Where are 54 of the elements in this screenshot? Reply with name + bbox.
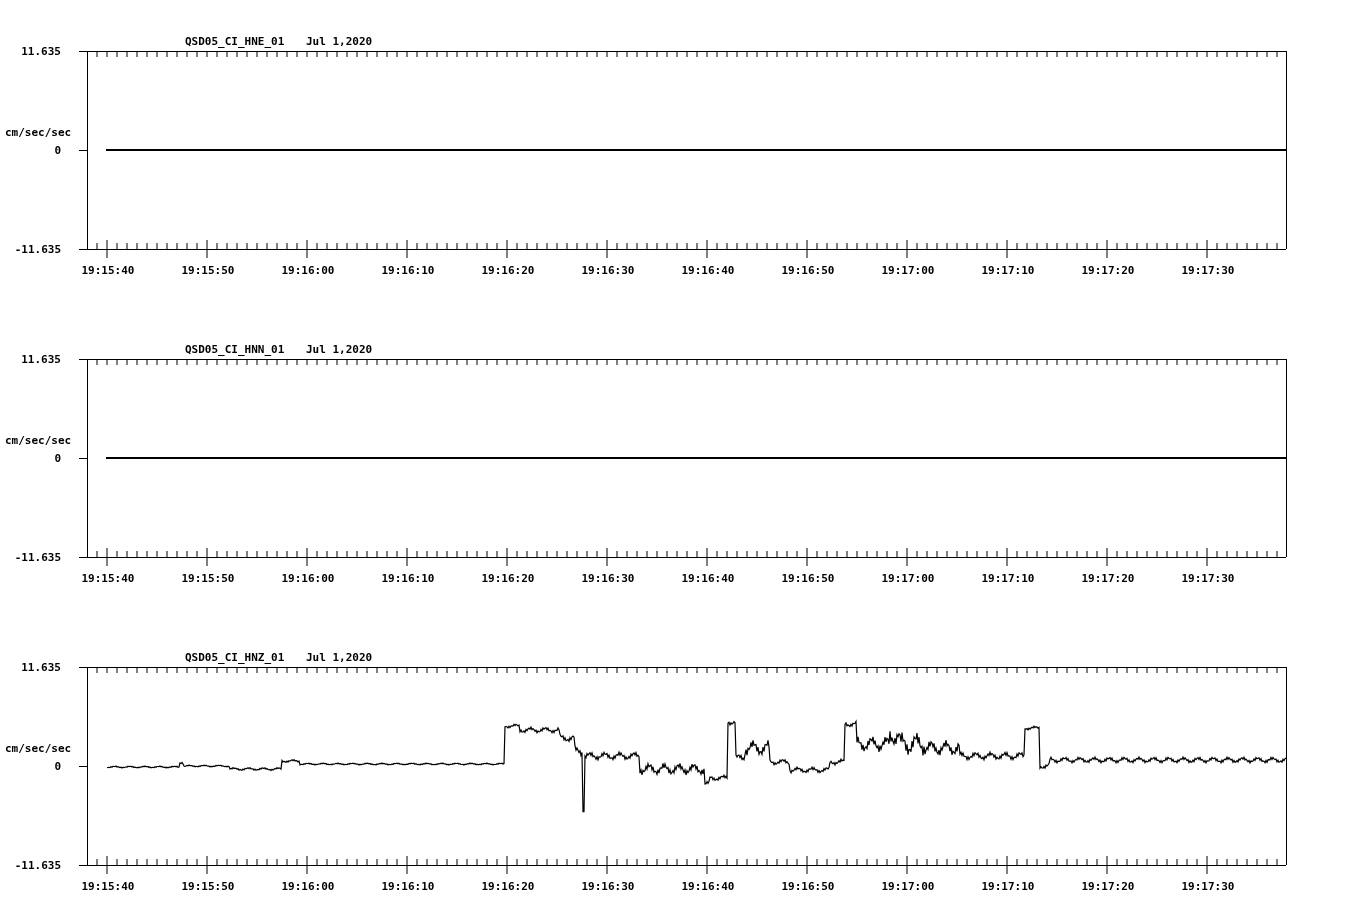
x-tick-label: 19:16:20	[481, 880, 535, 893]
x-tick-label: 19:16:10	[381, 572, 435, 585]
x-tick-label: 19:17:00	[881, 264, 935, 277]
date-label: Jul 1,2020	[306, 651, 373, 664]
x-tick-label: 19:17:10	[981, 264, 1035, 277]
y-tick-label: 0	[54, 760, 61, 773]
y-tick-label: 0	[54, 144, 61, 157]
y-tick-label: 11.635	[21, 45, 61, 58]
x-tick-label: 19:17:10	[981, 572, 1035, 585]
station-label: QSD05_CI_HNN_01	[185, 343, 285, 356]
y-tick-label: -11.635	[14, 243, 61, 256]
y-tick-label: -11.635	[14, 551, 61, 564]
x-tick-label: 19:16:00	[281, 572, 335, 585]
y-axis-unit: cm/sec/sec	[5, 742, 72, 755]
x-tick-label: 19:17:20	[1081, 880, 1135, 893]
date-label: Jul 1,2020	[306, 343, 373, 356]
date-label: Jul 1,2020	[306, 35, 373, 48]
x-tick-label: 19:17:00	[881, 572, 935, 585]
x-tick-label: 19:15:40	[81, 880, 135, 893]
station-label: QSD05_CI_HNE_01	[185, 35, 285, 48]
x-tick-label: 19:17:30	[1181, 264, 1235, 277]
x-tick-label: 19:15:40	[81, 264, 135, 277]
x-tick-label: 19:16:30	[581, 264, 635, 277]
x-tick-label: 19:15:50	[181, 880, 235, 893]
x-tick-label: 19:15:40	[81, 572, 135, 585]
x-tick-label: 19:16:30	[581, 572, 635, 585]
x-tick-label: 19:16:40	[681, 572, 735, 585]
x-tick-label: 19:15:50	[181, 572, 235, 585]
y-tick-label: -11.635	[14, 859, 61, 872]
x-tick-label: 19:17:00	[881, 880, 935, 893]
x-tick-label: 19:16:40	[681, 264, 735, 277]
x-tick-label: 19:16:40	[681, 880, 735, 893]
y-axis-unit: cm/sec/sec	[5, 434, 72, 447]
x-tick-label: 19:17:30	[1181, 572, 1235, 585]
x-tick-label: 19:15:50	[181, 264, 235, 277]
x-tick-label: 19:16:20	[481, 264, 535, 277]
x-tick-label: 19:16:50	[781, 264, 835, 277]
y-tick-label: 0	[54, 452, 61, 465]
x-tick-label: 19:16:10	[381, 880, 435, 893]
x-tick-label: 19:16:30	[581, 880, 635, 893]
x-tick-label: 19:17:20	[1081, 572, 1135, 585]
x-tick-label: 19:16:50	[781, 880, 835, 893]
x-tick-label: 19:16:00	[281, 264, 335, 277]
y-axis-unit: cm/sec/sec	[5, 126, 72, 139]
x-tick-label: 19:17:20	[1081, 264, 1135, 277]
x-tick-label: 19:17:10	[981, 880, 1035, 893]
x-tick-label: 19:16:50	[781, 572, 835, 585]
station-label: QSD05_CI_HNZ_01	[185, 651, 285, 664]
x-tick-label: 19:16:10	[381, 264, 435, 277]
x-tick-label: 19:16:20	[481, 572, 535, 585]
x-tick-label: 19:17:30	[1181, 880, 1235, 893]
x-tick-label: 19:16:00	[281, 880, 335, 893]
y-tick-label: 11.635	[21, 353, 61, 366]
y-tick-label: 11.635	[21, 661, 61, 674]
